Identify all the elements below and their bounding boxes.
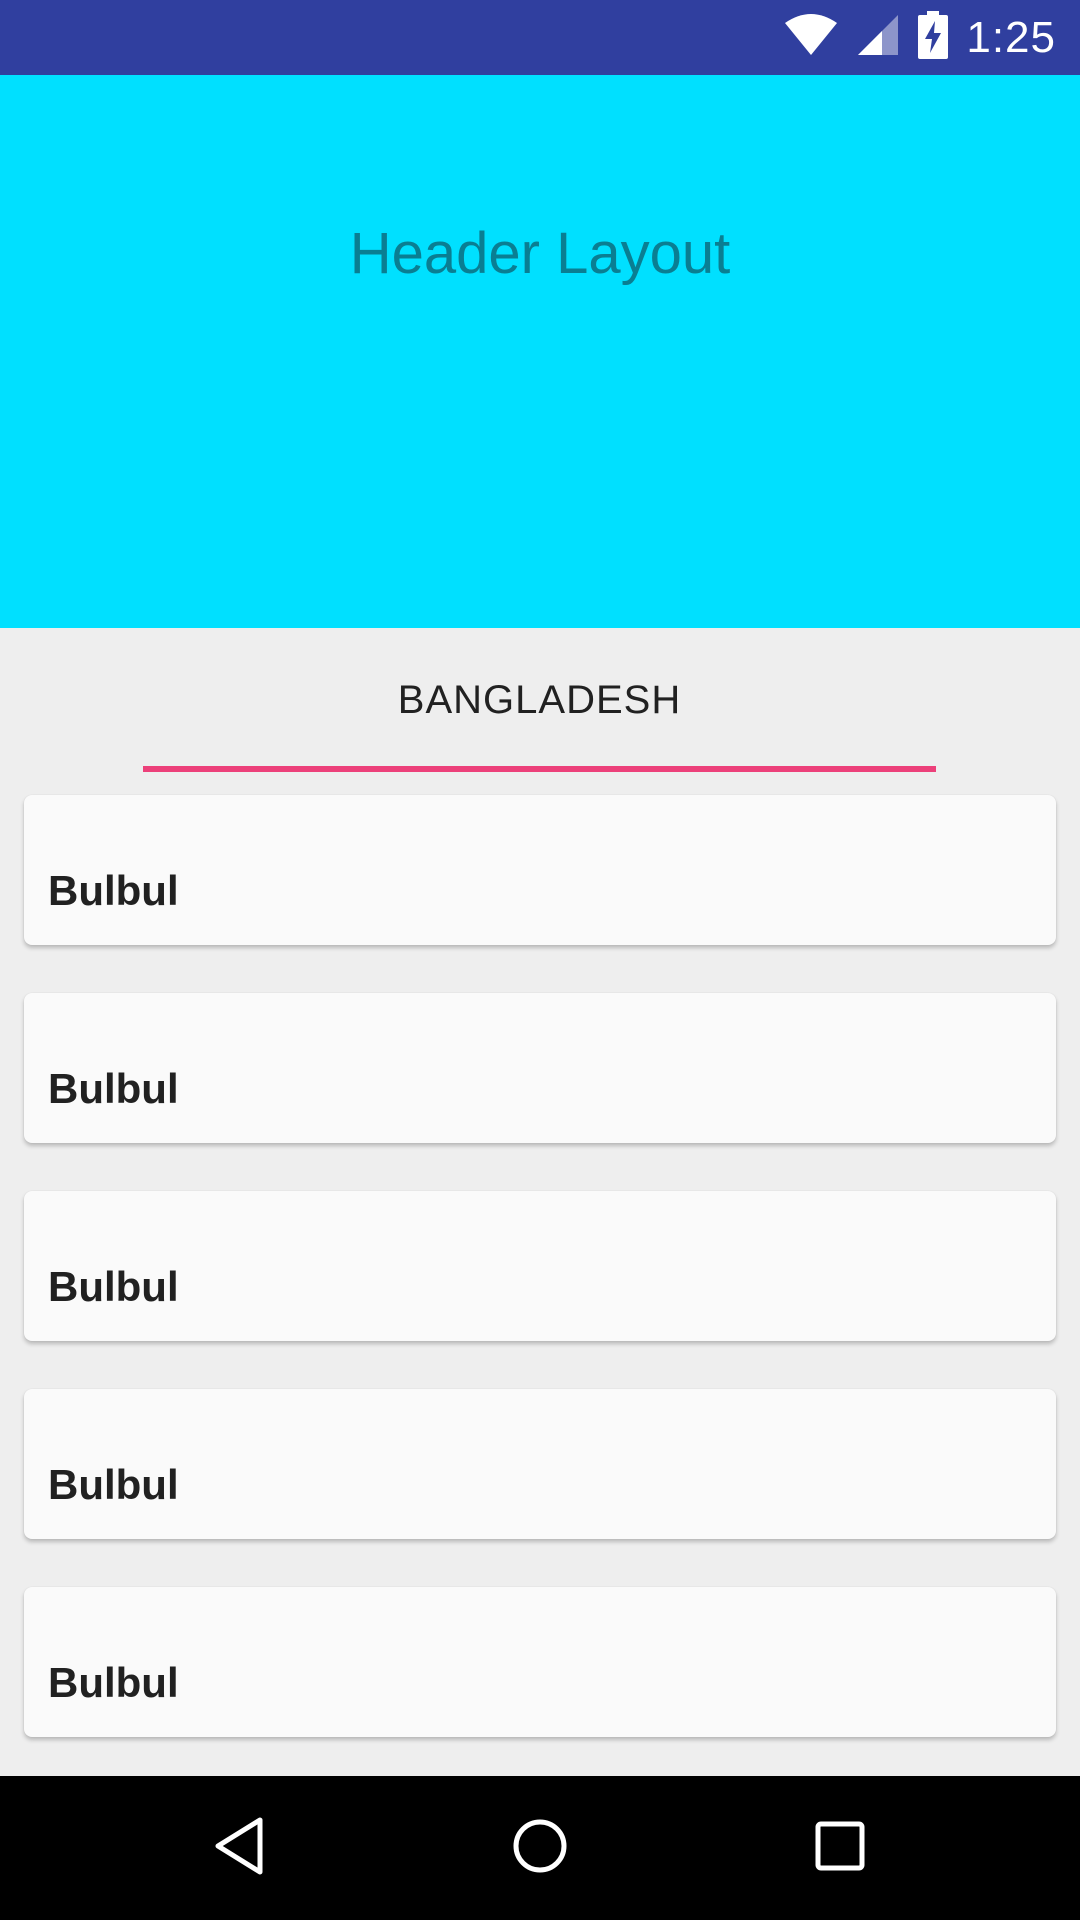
tab-bar: BANGLADESH — [0, 628, 1080, 773]
battery-charging-icon — [918, 11, 949, 64]
header-layout: Header Layout — [0, 75, 1080, 628]
list-item[interactable]: Bulbul — [24, 1587, 1056, 1737]
list-item-label: Bulbul — [48, 1659, 179, 1706]
recents-button[interactable] — [800, 1808, 880, 1888]
list-item-label: Bulbul — [48, 1263, 179, 1310]
list-item-label: Bulbul — [48, 867, 179, 914]
status-time: 1:25 — [966, 12, 1056, 62]
tab-label: BANGLADESH — [397, 678, 682, 722]
tab-bangladesh[interactable]: BANGLADESH — [143, 628, 936, 773]
home-icon — [511, 1817, 569, 1880]
tab-indicator — [143, 766, 936, 772]
list-item[interactable]: Bulbul — [24, 795, 1056, 945]
list-item-label: Bulbul — [48, 1461, 179, 1508]
back-button[interactable] — [200, 1808, 280, 1888]
wifi-icon — [784, 13, 838, 62]
list-item-label: Bulbul — [48, 1065, 179, 1112]
app-screen: 1:25 Header Layout BANGLADESH Bulbul Bul… — [0, 0, 1080, 1920]
header-title: Header Layout — [349, 221, 731, 286]
list-item[interactable]: Bulbul — [24, 1191, 1056, 1341]
navigation-bar — [0, 1776, 1080, 1920]
status-bar: 1:25 — [0, 0, 1080, 75]
recents-icon — [814, 1820, 866, 1877]
list-item[interactable]: Bulbul — [24, 993, 1056, 1143]
cell-signal-icon — [856, 13, 900, 62]
back-icon — [212, 1816, 268, 1881]
list-item[interactable]: Bulbul — [24, 1389, 1056, 1539]
home-button[interactable] — [500, 1808, 580, 1888]
status-icons: 1:25 — [784, 0, 1056, 75]
